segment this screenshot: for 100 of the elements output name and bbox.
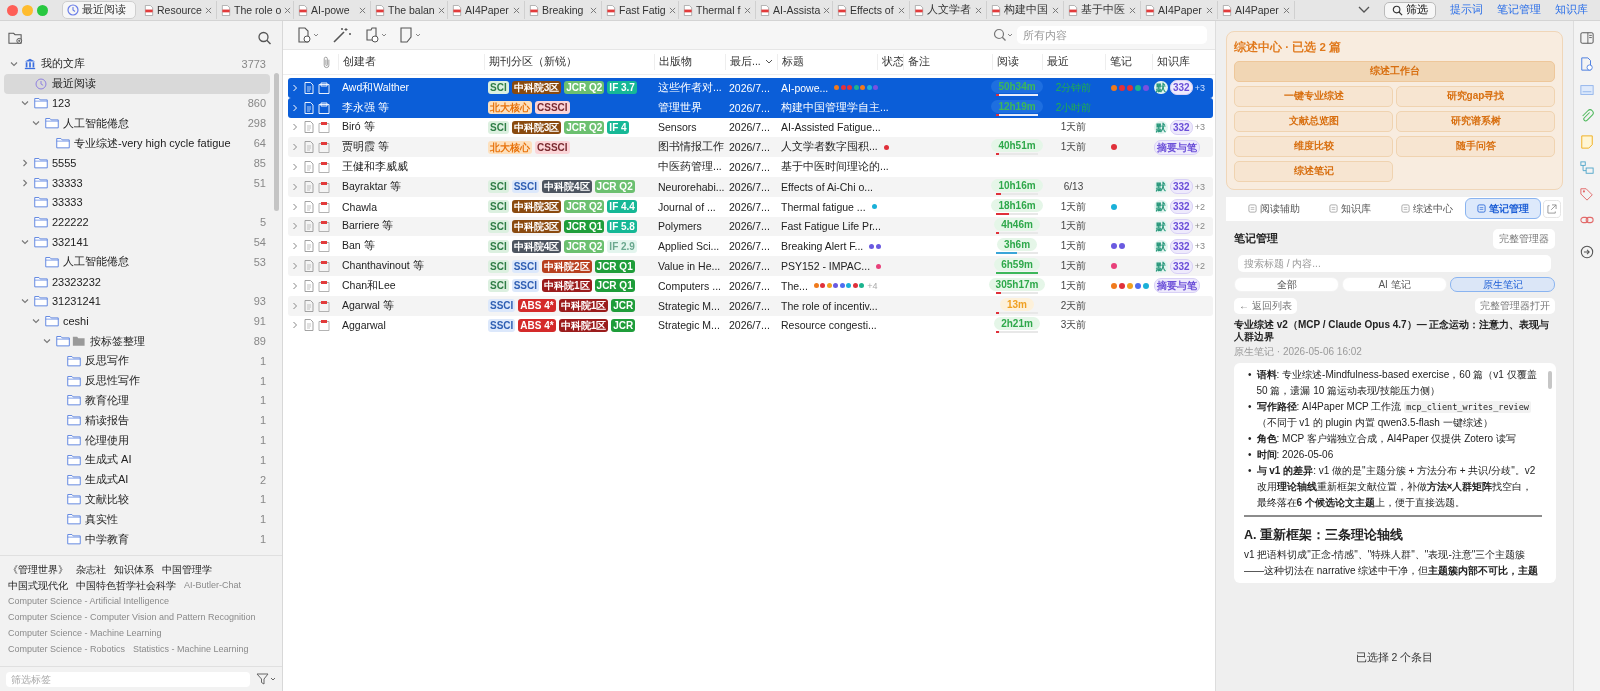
- close-icon[interactable]: [668, 6, 676, 14]
- tree-item[interactable]: 生成式 AI 1: [4, 449, 270, 470]
- pdf-icon[interactable]: [318, 200, 330, 213]
- column-header[interactable]: 笔记: [1105, 54, 1152, 70]
- tree-item[interactable]: 23323232: [4, 271, 270, 292]
- chevron-icon[interactable]: [21, 238, 29, 247]
- panel-tab[interactable]: 综述中心: [1388, 198, 1465, 219]
- close-icon[interactable]: [284, 6, 292, 14]
- new-document-icon[interactable]: [297, 27, 321, 43]
- tree-item[interactable]: 真实性 1: [4, 509, 270, 530]
- table-row[interactable]: Awd和Walther SCI 中科院3区 JCR Q2 IF 3.7 这些作者对... 2026/7... AI-powe... 50h34m 2分钟前 默 332 +3: [288, 78, 1213, 98]
- tag-label[interactable]: 中国式现代化: [8, 577, 68, 593]
- table-row[interactable]: Aggarwal SSCI ABS 4* 中科院1区 JCR Strategic M... 2026/7... Resource congesti... 2h21m 3天前: [288, 315, 1213, 336]
- filter-button[interactable]: 筛选: [1384, 1, 1436, 19]
- tree-item[interactable]: 中学教育 1: [4, 529, 270, 549]
- pdf-icon[interactable]: [318, 319, 330, 332]
- pdf-icon[interactable]: [318, 240, 330, 253]
- pdf-icon[interactable]: [318, 101, 330, 114]
- tree-item[interactable]: 222222 5: [4, 212, 270, 233]
- scrollbar[interactable]: [274, 73, 279, 211]
- chevron-icon[interactable]: [292, 202, 298, 211]
- tree-item[interactable]: 33333: [4, 192, 270, 213]
- arrow-circle-icon[interactable]: [1580, 245, 1594, 259]
- table-row[interactable]: 王健和李威威 中医药管理... 2026/7... 基于中医时间理论的...: [288, 157, 1213, 177]
- close-icon[interactable]: [744, 6, 751, 14]
- tab[interactable]: AI-powe: [294, 1, 371, 19]
- close-icon[interactable]: [1052, 6, 1059, 14]
- hierarchy-icon[interactable]: [1580, 161, 1594, 175]
- table-row[interactable]: 李永强 等 北大核心 CSSCI 管理世界 2026/7... 构建中国管理学自主... 12h19m 2小时前: [288, 97, 1213, 118]
- tree-item[interactable]: 123 860: [4, 93, 270, 114]
- tree-item[interactable]: 反思写作 1: [4, 350, 270, 371]
- search-icon[interactable]: [993, 28, 1015, 42]
- close-icon[interactable]: [359, 6, 366, 14]
- panel-icon[interactable]: [1580, 31, 1594, 45]
- attachment-add-icon[interactable]: [365, 27, 389, 43]
- tab[interactable]: Resource: [140, 1, 217, 19]
- tab[interactable]: Effects of: [833, 1, 910, 19]
- zoom-window-button[interactable]: [37, 4, 48, 16]
- note-filter-chip[interactable]: 全部: [1234, 276, 1339, 292]
- chevron-icon[interactable]: [21, 158, 29, 167]
- table-row[interactable]: Chanthavinout 等 SCI SSCI 中科院2区 JCR Q1 Value in He... 2026/7... PSY152 - IMPAC... 6h59m 1天前 默 332 +2: [288, 256, 1213, 276]
- column-header[interactable]: 最后...: [725, 54, 777, 70]
- chevron-icon[interactable]: [21, 178, 29, 187]
- tag-label[interactable]: 《管理世界》: [8, 561, 68, 577]
- tab[interactable]: The role o: [217, 1, 294, 19]
- tag-label[interactable]: 杂志社: [76, 561, 106, 577]
- table-row[interactable]: Chan和Lee SCI SSCI 中科院1区 JCR Q1 Computers ... 2026/7... The... +4 305h17m 1天前 摘要与笔: [288, 275, 1213, 296]
- close-icon[interactable]: [513, 6, 520, 14]
- document-info-icon[interactable]: [1580, 57, 1594, 71]
- chevron-icon[interactable]: [292, 242, 298, 251]
- column-header[interactable]: 出版物: [654, 54, 725, 70]
- pdf-icon[interactable]: [318, 81, 330, 94]
- pdf-icon[interactable]: [318, 180, 330, 193]
- close-icon[interactable]: [1283, 6, 1290, 14]
- panel-tab[interactable]: 阅读辅助: [1236, 198, 1313, 219]
- tag-label[interactable]: 知识体系: [114, 561, 154, 577]
- tree-item[interactable]: 文献比较 1: [4, 489, 270, 510]
- tab[interactable]: Breaking: [525, 1, 602, 19]
- column-header[interactable]: 状态: [877, 54, 903, 70]
- table-row[interactable]: Barriere 等 SCI 中科院3区 JCR Q1 IF 5.8 Polymers 2026/7... Fast Fatigue Life Pr... 4h46m 1天前 默 332 +2: [288, 216, 1213, 237]
- close-icon[interactable]: [590, 6, 597, 14]
- paperclip-icon[interactable]: [322, 55, 332, 69]
- note-filter-chip[interactable]: AI 笔记: [1342, 276, 1447, 292]
- tree-item[interactable]: 5555 85: [4, 153, 270, 173]
- tree-item[interactable]: 33333 51: [4, 172, 270, 193]
- back-button[interactable]: ← 返回列表: [1234, 297, 1297, 314]
- tree-item[interactable]: 生成式AI 2: [4, 469, 270, 490]
- column-header[interactable]: 阅读: [992, 54, 1042, 70]
- pdf-icon[interactable]: [318, 121, 330, 134]
- close-icon[interactable]: [898, 6, 905, 14]
- close-icon[interactable]: [823, 6, 831, 14]
- table-row[interactable]: Biró 等 SCI 中科院3区 JCR Q2 IF 4 Sensors 2026/7... AI-Assisted Fatigue... 1天前 默 332 +3: [288, 117, 1213, 138]
- toolbar-link[interactable]: 知识库: [1555, 3, 1588, 17]
- close-icon[interactable]: [1129, 6, 1136, 14]
- close-icon[interactable]: [975, 6, 982, 14]
- chevron-icon[interactable]: [292, 321, 298, 330]
- filter-icon[interactable]: [256, 673, 276, 685]
- pdf-icon[interactable]: [318, 279, 330, 292]
- paperclip-icon[interactable]: [1580, 109, 1594, 123]
- table-row[interactable]: Ban 等 SCI 中科院4区 JCR Q2 IF 2.9 Applied Sci... 2026/7... Breaking Alert F... 3h6m 1天前 默 332 +3: [288, 236, 1213, 257]
- tab[interactable]: 人文学者: [910, 1, 987, 19]
- table-row[interactable]: 贾明霞 等 北大核心 CSSCI 图书情报工作 2026/7... 人文学者数字囤积... 40h51m 1天前 摘要与笔: [288, 137, 1213, 158]
- tag-label[interactable]: 中国特色哲学社会科学: [76, 577, 176, 593]
- search-icon[interactable]: [257, 30, 272, 45]
- note-search-field[interactable]: 搜索标题 / 内容...: [1238, 254, 1551, 272]
- panel-tab[interactable]: 笔记管理: [1464, 198, 1541, 219]
- column-header[interactable]: 最近: [1042, 54, 1105, 70]
- pdf-icon[interactable]: [318, 141, 330, 154]
- chevron-icon[interactable]: [292, 281, 298, 290]
- tab[interactable]: 基于中医: [1064, 1, 1141, 19]
- tab[interactable]: 最近阅读: [62, 1, 136, 19]
- tree-item[interactable]: 332141 54: [4, 232, 270, 252]
- column-header[interactable]: 期刊分区（新锐）: [484, 54, 654, 70]
- chevron-icon[interactable]: [292, 182, 298, 191]
- chevron-icon[interactable]: [292, 123, 298, 132]
- note-icon[interactable]: [399, 27, 423, 43]
- tree-item[interactable]: 教育伦理 1: [4, 390, 270, 411]
- tab[interactable]: Thermal f: [679, 1, 756, 19]
- chevron-icon[interactable]: [21, 99, 29, 108]
- tag-label[interactable]: 中国管理学: [162, 561, 212, 577]
